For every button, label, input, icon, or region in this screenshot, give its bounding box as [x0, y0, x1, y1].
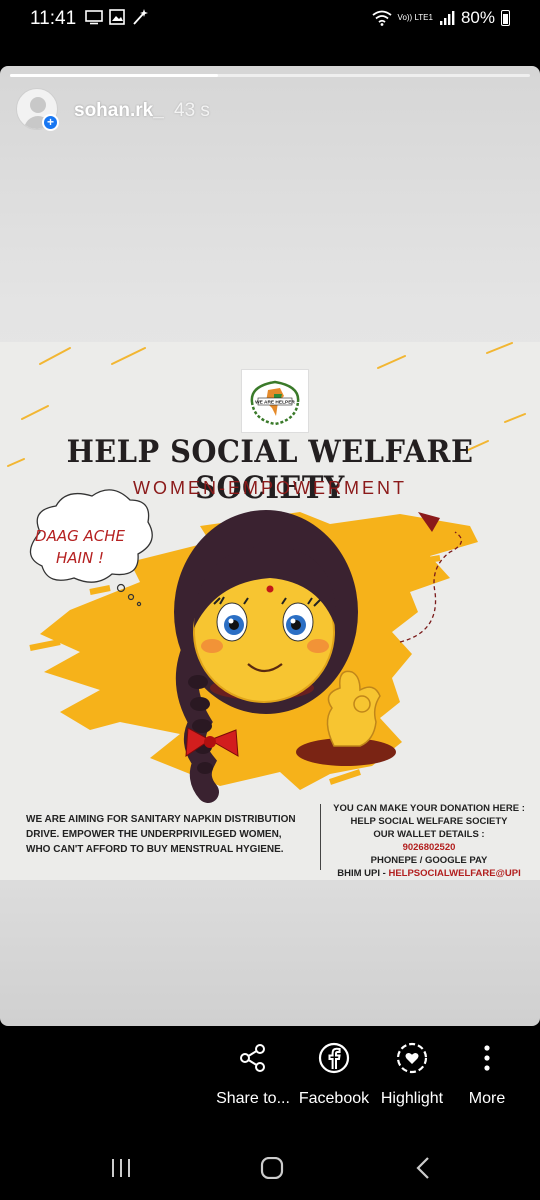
share-icon — [240, 1044, 265, 1072]
highlight-label: Highlight — [380, 1090, 444, 1107]
back-icon — [416, 1157, 429, 1179]
battery-percent: 80% — [460, 8, 495, 27]
facebook-label: Facebook — [298, 1090, 370, 1107]
campaign-description: WE ARE AIMING FOR SANITARY NAPKIN DISTRI… — [26, 814, 296, 855]
status-icons-left — [85, 9, 149, 25]
more-vertical-icon — [484, 1045, 490, 1071]
story-poster-image: WE ARE HELPER HELP SOCIAL WELFARE SOCIET… — [0, 342, 540, 880]
society-logo: WE ARE HELPER — [241, 369, 309, 433]
status-bar: 11:41 Vo)) LTE1 80% — [0, 0, 540, 40]
story-card[interactable]: + sohan.rk_ 43 s WE ARE HELPER HELP SOCI… — [0, 66, 540, 1026]
status-icons-right: Vo)) LTE1 80% — [371, 8, 510, 28]
highlight-button[interactable]: Highlight — [378, 1042, 446, 1108]
more-label: More — [468, 1090, 506, 1107]
signal-icon — [439, 11, 455, 25]
battery-icon — [501, 10, 510, 26]
home-button[interactable] — [258, 1156, 286, 1180]
recent-apps-button[interactable] — [108, 1156, 134, 1180]
network-label: Vo)) LTE1 — [397, 13, 433, 22]
poster-subtitle: WOMEN-EMPOWERMENT — [133, 478, 407, 498]
share-to-button[interactable]: Share to... — [216, 1042, 290, 1108]
thought-bubble-text: DAAG ACHE HAIN ! — [35, 527, 125, 567]
highlight-heart-icon — [396, 1042, 428, 1074]
story-username[interactable]: sohan.rk_ — [74, 100, 164, 122]
story-progress-bar — [10, 74, 530, 77]
story-time-ago: 43 s — [174, 100, 210, 121]
system-navigation-bar — [0, 1130, 540, 1200]
story-action-bar: Share to... Facebook Highlight More — [0, 1030, 540, 1120]
upi-id: HELPSOCIALWELFARE@UPI — [388, 868, 521, 879]
facebook-button[interactable]: Facebook — [298, 1042, 370, 1108]
status-time: 11:41 — [30, 8, 77, 29]
story-progress-fill — [10, 74, 218, 77]
screen-mirror-icon — [85, 10, 103, 25]
india-map-emblem-icon: WE ARE HELPER — [250, 380, 300, 426]
more-button[interactable]: More — [464, 1042, 510, 1108]
recent-apps-icon — [112, 1159, 130, 1177]
share-to-label: Share to... — [216, 1090, 290, 1107]
logo-text: WE ARE HELPER — [255, 400, 295, 406]
add-story-plus-icon[interactable]: + — [42, 114, 59, 131]
story-viewer-screen: 11:41 Vo)) LTE1 80% + sohan.rk_ 43 s WE … — [0, 0, 540, 1200]
home-icon — [260, 1157, 284, 1179]
back-button[interactable] — [410, 1156, 436, 1180]
image-icon — [109, 9, 125, 25]
donation-phone: 9026802520 — [402, 842, 456, 853]
text-divider — [320, 804, 321, 870]
facebook-icon — [318, 1042, 350, 1074]
wifi-icon — [371, 10, 392, 26]
magic-wand-icon — [133, 9, 148, 25]
donation-details: YOU CAN MAKE YOUR DONATION HERE : HELP S… — [324, 802, 534, 880]
